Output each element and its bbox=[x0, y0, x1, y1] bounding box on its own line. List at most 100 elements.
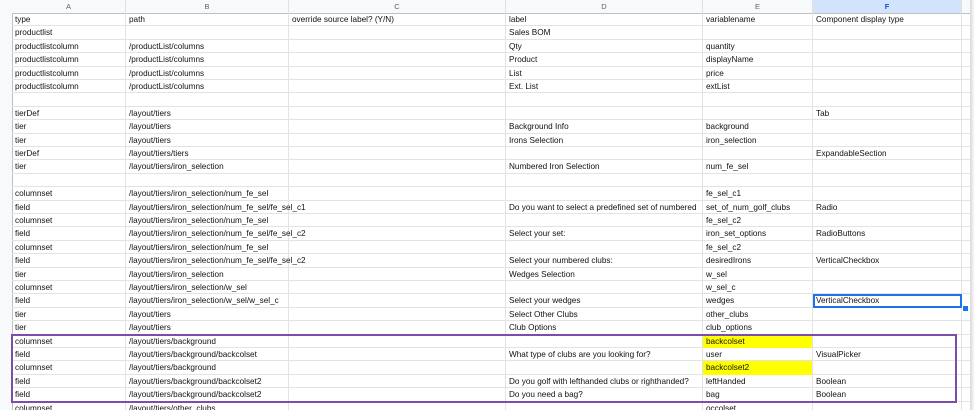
cell-c-4[interactable] bbox=[289, 53, 506, 67]
cell-e-24[interactable]: club_options bbox=[703, 321, 813, 335]
cell-e-16[interactable]: fe_sel_c2 bbox=[703, 214, 813, 228]
cell-e-15[interactable]: set_of_num_golf_clubs bbox=[703, 200, 813, 214]
cell-b-26[interactable]: /layout/tiers/background/backcolset bbox=[126, 348, 289, 362]
cell-d-20[interactable]: Wedges Selection bbox=[506, 267, 703, 281]
cell-b-30[interactable]: /layout/tiers/other_clubs bbox=[126, 401, 289, 410]
cell-f-30[interactable] bbox=[813, 401, 962, 410]
cell-e-20[interactable]: w_sel bbox=[703, 267, 813, 281]
cell-b-29[interactable]: /layout/tiers/background/backcolset2 bbox=[126, 388, 289, 402]
cell-b-27[interactable]: /layout/tiers/background bbox=[126, 361, 289, 375]
cell-a-22[interactable]: field bbox=[12, 294, 126, 308]
cell-f-23[interactable] bbox=[813, 307, 962, 322]
cell-c-19[interactable] bbox=[289, 254, 506, 268]
column-header-a[interactable]: A bbox=[12, 0, 126, 13]
cell-e-2[interactable] bbox=[703, 26, 813, 40]
cell-c-30[interactable] bbox=[289, 401, 506, 410]
cell-d-5[interactable]: List bbox=[506, 66, 703, 80]
cell-a-7[interactable] bbox=[12, 93, 126, 107]
cell-b-17[interactable]: /layout/tiers/iron_selection/num_fe_sel/… bbox=[126, 227, 306, 241]
column-header-e[interactable]: E bbox=[703, 0, 813, 13]
cell-a-9[interactable]: tier bbox=[12, 120, 126, 134]
cell-e-13[interactable] bbox=[703, 173, 813, 188]
cell-d-14[interactable] bbox=[506, 187, 703, 201]
cell-b-4[interactable]: /productList/columns bbox=[126, 53, 289, 67]
cell-b-5[interactable]: /productList/columns bbox=[126, 66, 289, 80]
cell-f-11[interactable]: ExpandableSection bbox=[813, 147, 962, 161]
cell-b-28[interactable]: /layout/tiers/background/backcolset2 bbox=[126, 374, 289, 389]
column-header-b[interactable]: B bbox=[126, 0, 289, 13]
cell-b-23[interactable]: /layout/tiers bbox=[126, 307, 289, 322]
cell-e-23[interactable]: other_clubs bbox=[703, 307, 813, 322]
cell-b-18[interactable]: /layout/tiers/iron_selection/num_fe_sel bbox=[126, 240, 289, 255]
cell-c-21[interactable] bbox=[289, 281, 506, 295]
cell-f-4[interactable] bbox=[813, 53, 962, 67]
cell-f-15[interactable]: Radio bbox=[813, 200, 962, 214]
cell-c-28[interactable] bbox=[289, 374, 506, 389]
cell-f-19[interactable]: VerticalCheckbox bbox=[813, 254, 962, 268]
cell-a-29[interactable]: field bbox=[12, 388, 126, 402]
cell-a-26[interactable]: field bbox=[12, 348, 126, 362]
cell-a-28[interactable]: field bbox=[12, 374, 126, 389]
cell-b-24[interactable]: /layout/tiers bbox=[126, 321, 289, 335]
cell-f-27[interactable] bbox=[813, 361, 962, 375]
cell-d-1[interactable]: label bbox=[506, 13, 703, 27]
cell-e-12[interactable]: num_fe_sel bbox=[703, 160, 813, 174]
cell-a-17[interactable]: field bbox=[12, 227, 126, 241]
cell-d-24[interactable]: Club Options bbox=[506, 321, 703, 335]
cell-f-6[interactable] bbox=[813, 80, 962, 94]
cell-d-11[interactable] bbox=[506, 147, 703, 161]
cell-f-14[interactable] bbox=[813, 187, 962, 201]
cell-a-27[interactable]: columnset bbox=[12, 361, 126, 375]
cell-c-14[interactable] bbox=[289, 187, 506, 201]
fill-handle[interactable] bbox=[962, 304, 969, 312]
cell-f-12[interactable] bbox=[813, 160, 962, 174]
cell-b-3[interactable]: /productList/columns bbox=[126, 39, 289, 54]
cell-c-29[interactable] bbox=[289, 388, 506, 402]
cell-e-4[interactable]: displayName bbox=[703, 53, 813, 67]
cell-e-1[interactable]: variablename bbox=[703, 13, 813, 27]
cell-d-13[interactable] bbox=[506, 173, 703, 188]
cell-e-18[interactable]: fe_sel_c2 bbox=[703, 240, 813, 255]
cell-c-11[interactable] bbox=[289, 147, 506, 161]
cell-b-22[interactable]: /layout/tiers/iron_selection/w_sel/w_sel… bbox=[126, 294, 289, 308]
cell-e-26[interactable]: user bbox=[703, 348, 813, 362]
cell-f-17[interactable]: RadioButtons bbox=[813, 227, 962, 241]
cell-e-11[interactable] bbox=[703, 147, 813, 161]
cell-e-14[interactable]: fe_sel_c1 bbox=[703, 187, 813, 201]
cell-f-10[interactable] bbox=[813, 133, 962, 147]
cell-d-28[interactable]: Do you golf with lefthanded clubs or rig… bbox=[506, 374, 703, 389]
cell-b-8[interactable]: /layout/tiers bbox=[126, 106, 289, 121]
cell-d-29[interactable]: Do you need a bag? bbox=[506, 388, 703, 402]
cell-b-25[interactable]: /layout/tiers/background bbox=[126, 334, 289, 348]
cell-a-14[interactable]: columnset bbox=[12, 187, 126, 201]
cell-a-23[interactable]: tier bbox=[12, 307, 126, 322]
cell-c-2[interactable] bbox=[289, 26, 506, 40]
cell-c-20[interactable] bbox=[289, 267, 506, 281]
cell-e-3[interactable]: quantity bbox=[703, 39, 813, 54]
cell-b-11[interactable]: /layout/tiers/tiers bbox=[126, 147, 289, 161]
cell-a-2[interactable]: productlist bbox=[12, 26, 126, 40]
cell-a-15[interactable]: field bbox=[12, 200, 126, 214]
cell-e-25[interactable]: backcolset bbox=[703, 334, 813, 348]
cell-e-8[interactable] bbox=[703, 106, 813, 121]
cell-c-26[interactable] bbox=[289, 348, 506, 362]
cell-e-21[interactable]: w_sel_c bbox=[703, 281, 813, 295]
cell-f-3[interactable] bbox=[813, 39, 962, 54]
cell-a-1[interactable]: type bbox=[12, 13, 126, 27]
cell-f-8[interactable]: Tab bbox=[813, 106, 962, 121]
cell-f-25[interactable] bbox=[813, 334, 962, 348]
cell-e-10[interactable]: iron_selection bbox=[703, 133, 813, 147]
cell-c-1[interactable]: override source label? (Y/N) bbox=[289, 13, 506, 27]
cell-f-7[interactable] bbox=[813, 93, 962, 107]
cell-e-28[interactable]: leftHanded bbox=[703, 374, 813, 389]
cell-d-18[interactable] bbox=[506, 240, 703, 255]
cell-f-9[interactable] bbox=[813, 120, 962, 134]
cell-c-23[interactable] bbox=[289, 307, 506, 322]
cell-d-7[interactable] bbox=[506, 93, 703, 107]
cell-a-10[interactable]: tier bbox=[12, 133, 126, 147]
cell-b-12[interactable]: /layout/tiers/iron_selection bbox=[126, 160, 289, 174]
cell-f-22[interactable]: VerticalCheckbox bbox=[813, 294, 962, 308]
cell-d-19[interactable]: Select your numbered clubs: bbox=[506, 254, 703, 268]
cell-a-4[interactable]: productlistcolumn bbox=[12, 53, 126, 67]
cell-d-15[interactable]: Do you want to select a predefined set o… bbox=[506, 200, 703, 214]
